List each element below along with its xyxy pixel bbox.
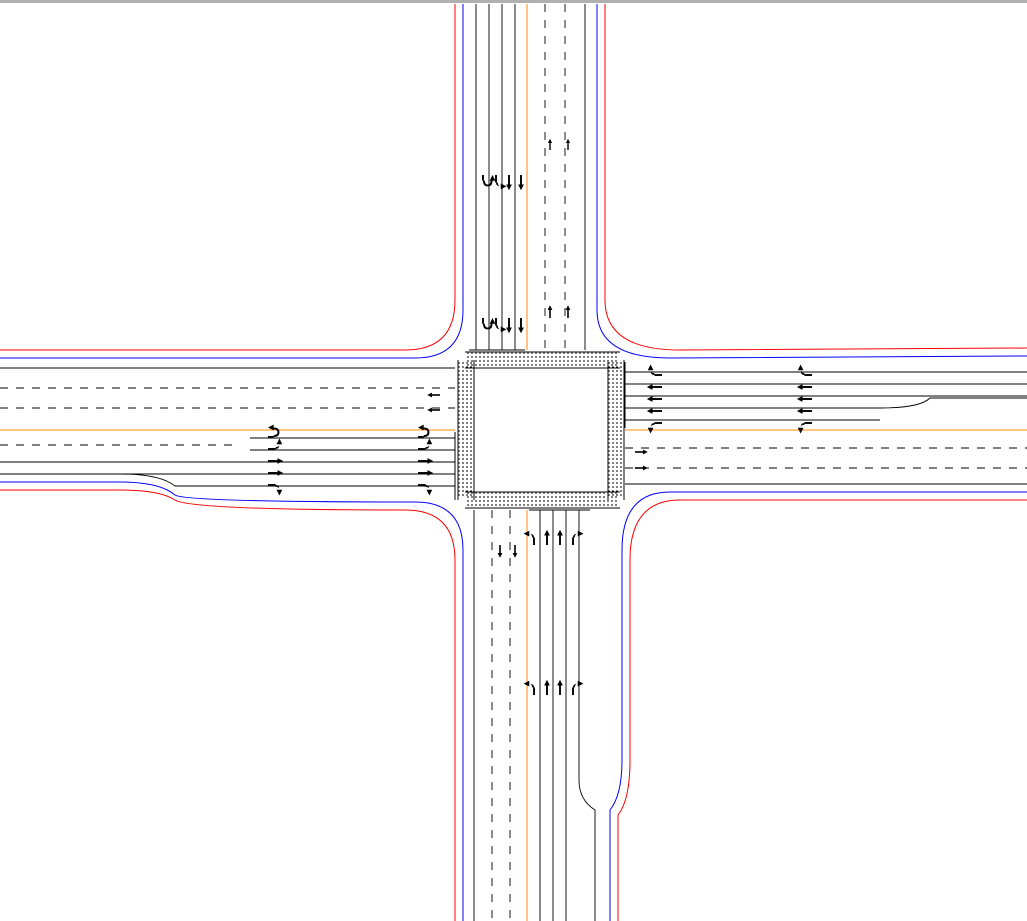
intersection-diagram	[0, 0, 1027, 921]
arrows-north-near	[482, 318, 524, 333]
arrows-east-receiving	[635, 450, 648, 471]
arrows-north-receiving	[548, 139, 571, 318]
vertical-road	[469, 4, 595, 921]
arrows-south-receiving	[498, 545, 518, 558]
arrows-east-far	[797, 365, 812, 434]
crosswalk-south	[465, 492, 620, 508]
arrows-south-near	[524, 530, 584, 545]
arrows-west-near	[418, 425, 433, 496]
right-of-way-outer	[0, 4, 1027, 921]
crosswalk-north	[465, 352, 620, 368]
arrows-east-near	[647, 365, 662, 434]
crosswalks	[458, 352, 624, 508]
arrows-north-far	[482, 175, 524, 190]
crosswalk-east	[608, 360, 624, 500]
road-edge-inner	[0, 4, 1027, 921]
horizontal-road	[0, 362, 1027, 500]
crosswalk-west	[458, 360, 474, 500]
arrows-west-receiving	[427, 393, 440, 413]
arrows-west-far	[268, 425, 283, 496]
arrows-south-far	[524, 680, 584, 695]
